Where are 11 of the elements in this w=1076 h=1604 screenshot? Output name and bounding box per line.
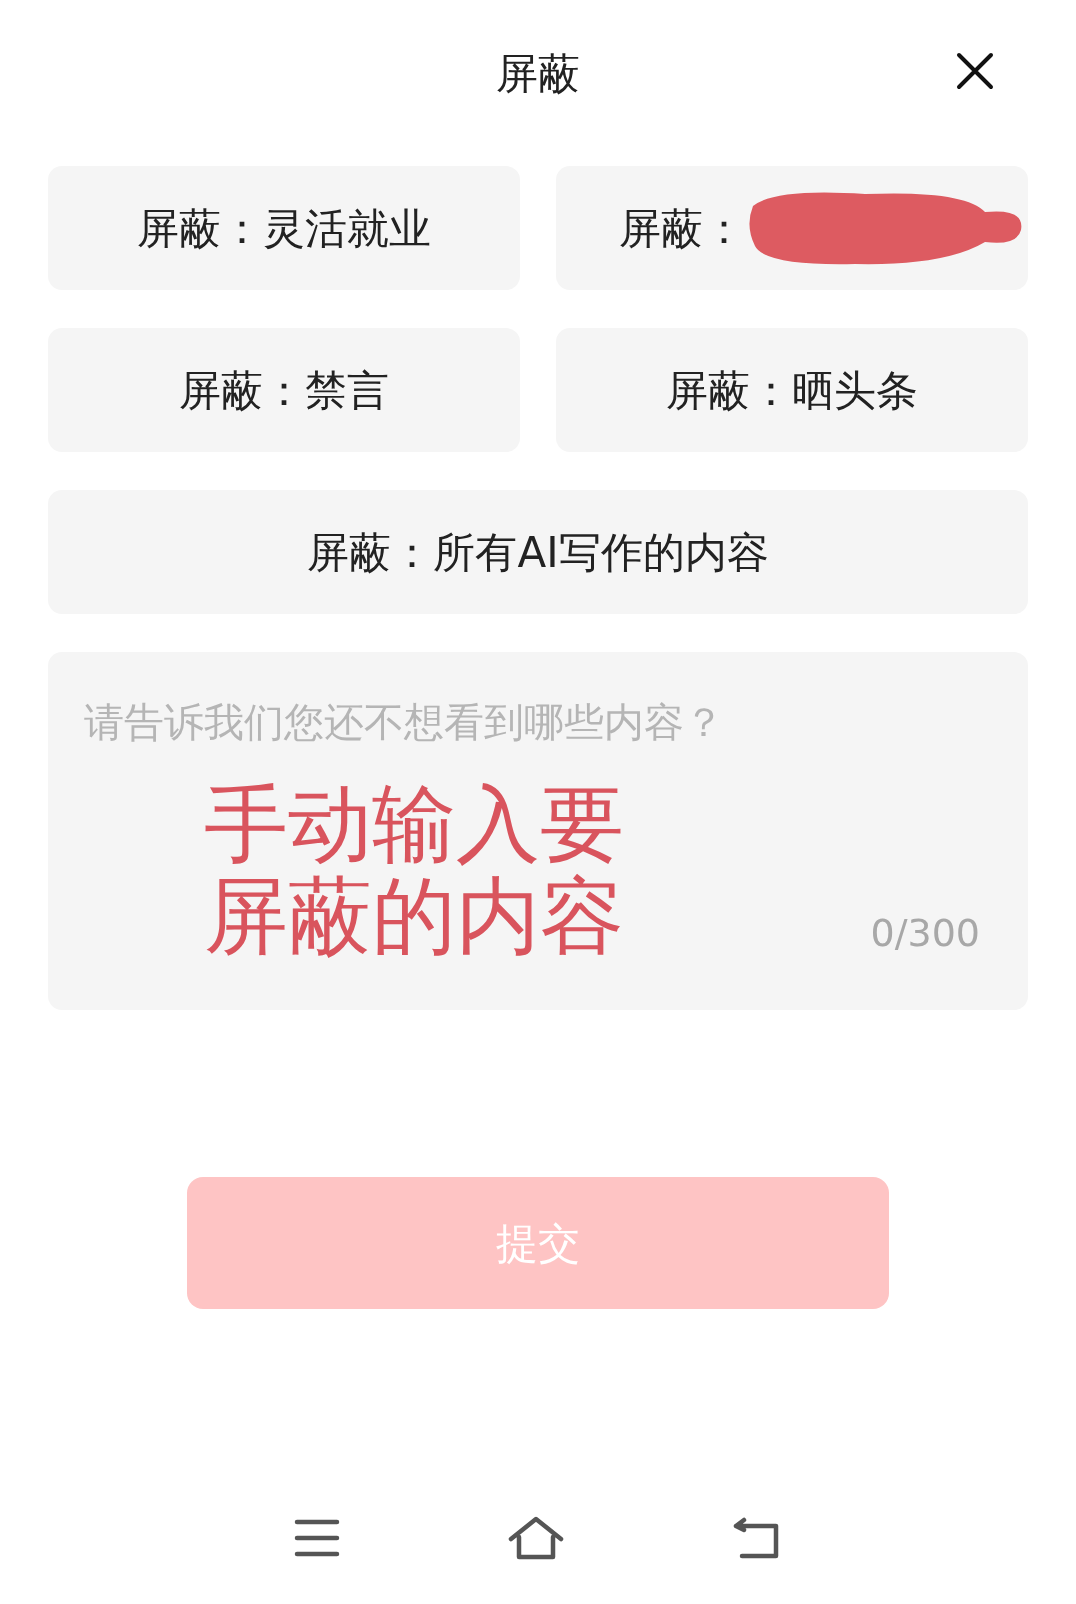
sheet-title: 屏蔽 <box>496 47 580 100</box>
filter-chip[interactable]: 屏蔽： <box>556 166 1028 290</box>
filter-chip[interactable]: 屏蔽：晒头条 <box>556 328 1028 452</box>
filter-chip[interactable]: 屏蔽：灵活就业 <box>48 166 520 290</box>
close-icon[interactable] <box>956 52 994 90</box>
menu-icon[interactable] <box>293 1518 340 1558</box>
filter-chip[interactable]: 屏蔽：所有AI写作的内容 <box>48 490 1028 614</box>
character-counter: 0/300 <box>870 910 980 957</box>
home-icon[interactable] <box>507 1515 565 1561</box>
annotation-text: 手动输入要 屏蔽的内容 <box>204 778 624 962</box>
filter-chip[interactable]: 屏蔽：禁言 <box>48 328 520 452</box>
